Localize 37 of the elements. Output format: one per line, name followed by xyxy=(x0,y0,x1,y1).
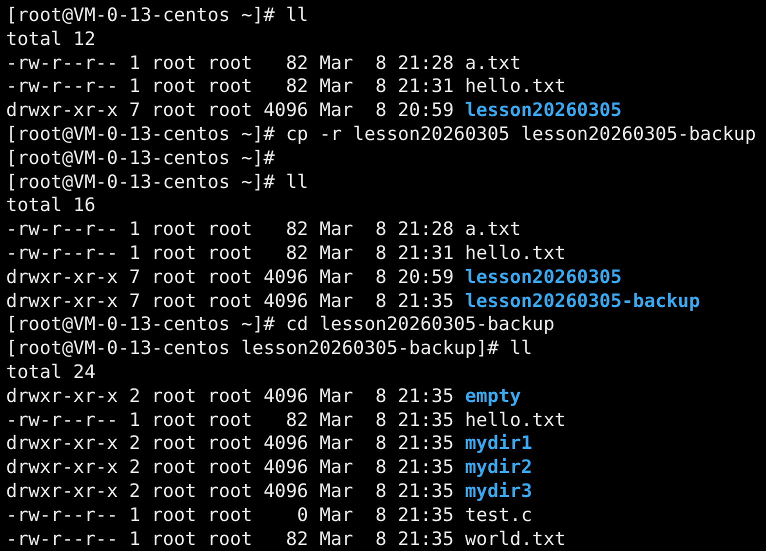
file-details: drwxr-xr-x 2 root root 4096 Mar 8 21:35 xyxy=(6,384,454,409)
directory-name: empty xyxy=(464,384,521,409)
file-details: -rw-r--r-- 1 root root 82 Mar 8 21:31 xyxy=(6,75,454,100)
directory-name: lesson20260305 xyxy=(464,266,622,290)
file-details: -rw-r--r-- 1 root root 82 Mar 8 21:35 xyxy=(6,528,454,551)
file-name: hello.txt xyxy=(464,242,566,266)
directory-name: lesson20260305 xyxy=(464,99,622,123)
command-line: [root@VM-0-13-centos ~]# cp -r lesson20260305 lesson20260305-backup xyxy=(6,122,756,147)
command-line: [root@VM-0-13-centos ~]# xyxy=(6,146,275,171)
file-name: hello.txt xyxy=(464,408,566,432)
directory-name: mydir1 xyxy=(464,432,532,456)
file-details: -rw-r--r-- 1 root root 0 Mar 8 21:35 xyxy=(6,504,454,528)
file-details: drwxr-xr-x 2 root root 4096 Mar 8 21:35 xyxy=(6,480,454,504)
command-line: [root@VM-0-13-centos lesson20260305-backup]# ll xyxy=(6,337,532,361)
directory-name: mydir3 xyxy=(464,480,532,504)
file-details: drwxr-xr-x 2 root root 4096 Mar 8 21:35 xyxy=(6,432,454,456)
file-name: a.txt xyxy=(464,52,521,76)
output-line: total 12 xyxy=(6,28,96,52)
file-details: drwxr-xr-x 7 root root 4096 Mar 8 21:35 xyxy=(6,290,454,314)
file-details: drwxr-xr-x 7 root root 4096 Mar 8 20:59 xyxy=(6,266,454,290)
file-details: -rw-r--r-- 1 root root 82 Mar 8 21:28 xyxy=(6,218,454,242)
output-line: total 16 xyxy=(6,194,96,218)
file-details: drwxr-xr-x 2 root root 4096 Mar 8 21:35 xyxy=(6,456,454,480)
file-name: a.txt xyxy=(464,218,521,242)
file-details: -rw-r--r-- 1 root root 82 Mar 8 21:35 xyxy=(6,408,454,432)
directory-name: lesson20260305-backup xyxy=(464,290,700,314)
file-details: -rw-r--r-- 1 root root 82 Mar 8 21:31 xyxy=(6,242,454,266)
file-details: -rw-r--r-- 1 root root 82 Mar 8 21:28 xyxy=(6,52,454,76)
file-details: drwxr-xr-x 7 root root 4096 Mar 8 20:59 xyxy=(6,99,454,123)
file-name: world.txt xyxy=(464,528,566,551)
command-line: [root@VM-0-13-centos ~]# ll xyxy=(6,4,308,28)
command-line: [root@VM-0-13-centos ~]# cd lesson20260305-backup xyxy=(6,313,555,338)
file-name: test.c xyxy=(464,504,532,528)
directory-name: mydir2 xyxy=(464,456,532,480)
command-line: [root@VM-0-13-centos ~]# ll xyxy=(6,170,308,194)
output-line: total 24 xyxy=(6,360,96,385)
file-name: hello.txt xyxy=(464,75,566,100)
